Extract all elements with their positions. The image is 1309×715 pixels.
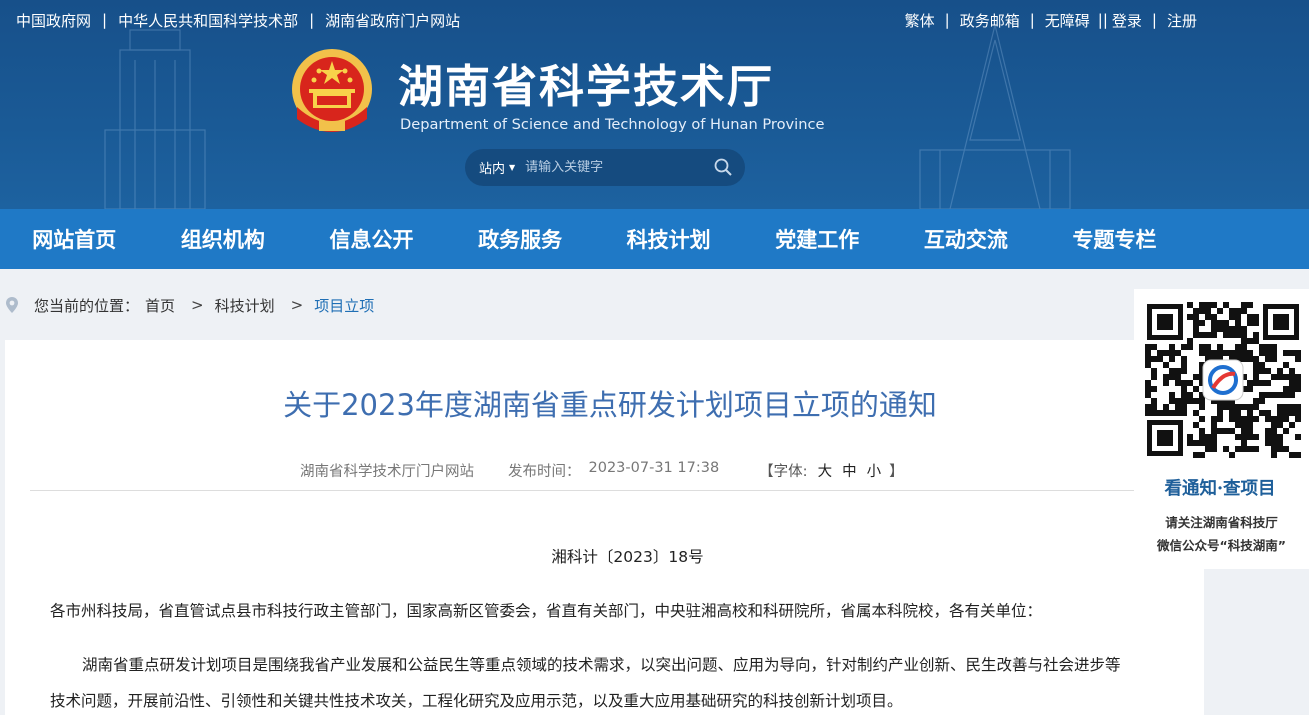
title-divider — [30, 490, 1140, 491]
font-size-close: 】 — [889, 464, 904, 480]
link-register[interactable]: 注册 — [1167, 10, 1197, 31]
nav-sci-tech-plans[interactable]: 科技计划 — [594, 209, 743, 269]
font-size-small-button[interactable]: 小 — [867, 464, 882, 480]
search-box: 站内 ▼ — [465, 149, 745, 186]
font-size-large-button[interactable]: 大 — [818, 464, 833, 480]
qr-instruction-line1: 请关注湖南省科技厅 — [1165, 515, 1278, 530]
top-links: 中国政府网 | 中华人民共和国科学技术部 | 湖南省政府门户网站 — [16, 10, 460, 30]
article-title: 关于2023年度湖南省重点研发计划项目立项的通知 — [283, 388, 937, 422]
article-source: 湖南省科学技术厅门户网站 — [300, 464, 474, 480]
nav-party-building[interactable]: 党建工作 — [743, 209, 892, 269]
font-size-medium-button[interactable]: 中 — [842, 464, 857, 480]
utility-links: 繁体 | 政务邮箱 | 无障碍 || 登录 | 注册 — [905, 10, 1197, 30]
link-gov-cn[interactable]: 中国政府网 — [16, 10, 91, 31]
nav-interaction[interactable]: 互动交流 — [892, 209, 1041, 269]
chevron-down-icon[interactable]: ▼ — [509, 163, 515, 172]
nav-home[interactable]: 网站首页 — [0, 209, 149, 269]
building-left-decoration — [104, 29, 206, 209]
font-size-label: 【字体: — [759, 464, 808, 480]
document-number: 湘科计〔2023〕18号 — [551, 548, 704, 566]
site-subtitle: Department of Science and Technology of … — [400, 116, 825, 133]
link-traditional[interactable]: 繁体 — [905, 10, 935, 31]
breadcrumb-prefix: 您当前的位置： — [34, 296, 140, 315]
main-nav: 网站首页 组织机构 信息公开 政务服务 科技计划 党建工作 互动交流 专题专栏 — [0, 209, 1309, 269]
font-size-control: 【字体: 大中小】 — [759, 460, 903, 481]
breadcrumb-current[interactable]: 项目立项 — [314, 295, 374, 316]
breadcrumb-separator: > — [290, 296, 304, 314]
divider: | — [944, 11, 950, 29]
site-title: 湖南省科学技术厅 — [398, 60, 775, 113]
link-login[interactable]: 登录 — [1112, 10, 1142, 31]
divider: | — [102, 11, 108, 29]
nav-government-services[interactable]: 政务服务 — [446, 209, 595, 269]
search-input[interactable] — [525, 160, 701, 175]
national-emblem-icon — [292, 49, 372, 132]
article-paragraph: 技术问题，开展前沿性、引领性和关键共性技术攻关，工程化研究及应用示范，以及重大应… — [50, 692, 903, 710]
nav-special-topics[interactable]: 专题专栏 — [1040, 209, 1189, 269]
article-paragraph: 湖南省重点研发计划项目是围绕我省产业发展和公益民生等重点领域的技术需求，以突出问… — [82, 656, 1121, 674]
divider: || — [1097, 11, 1108, 29]
nav-information-disclosure[interactable]: 信息公开 — [297, 209, 446, 269]
link-hunan-gov[interactable]: 湖南省政府门户网站 — [325, 10, 460, 31]
link-accessibility[interactable]: 无障碍 — [1045, 10, 1090, 31]
qr-instruction-line2: 微信公众号“科技湖南” — [1157, 538, 1286, 553]
search-scope-select[interactable]: 站内 — [479, 158, 505, 177]
search-icon[interactable] — [713, 157, 733, 177]
qr-code-icon[interactable] — [1145, 302, 1301, 458]
divider: | — [309, 11, 315, 29]
wechat-qr-panel: 看通知·查项目 请关注湖南省科技厅 微信公众号“科技湖南” — [1134, 289, 1309, 569]
breadcrumb: 您当前的位置： 首页 > 科技计划 > 项目立项 — [0, 283, 374, 327]
breadcrumb-home[interactable]: 首页 — [145, 295, 175, 316]
divider: | — [1029, 11, 1035, 29]
breadcrumb-separator: > — [191, 296, 204, 314]
qr-caption: 看通知·查项目 — [1164, 479, 1276, 499]
nav-organization[interactable]: 组织机构 — [149, 209, 298, 269]
article-paragraph: 各市州科技局，省直管试点县市科技行政主管部门，国家高新区管委会，省直有关部门，中… — [50, 602, 1043, 620]
location-pin-icon — [6, 297, 18, 313]
building-right-decoration — [919, 24, 1071, 209]
article-meta: 湖南省科学技术厅门户网站 发布时间： 2023-07-31 17:38 【字体:… — [300, 460, 904, 481]
link-gov-mail[interactable]: 政务邮箱 — [960, 10, 1020, 31]
publish-date-label: 发布时间： — [508, 464, 581, 480]
divider: | — [1151, 11, 1157, 29]
publish-date: 2023-07-31 17:38 — [588, 460, 720, 476]
article-panel: 关于2023年度湖南省重点研发计划项目立项的通知 湖南省科学技术厅门户网站 发布… — [5, 340, 1204, 715]
link-most[interactable]: 中华人民共和国科学技术部 — [118, 10, 298, 31]
site-header: 中国政府网 | 中华人民共和国科学技术部 | 湖南省政府门户网站 繁体 | 政务… — [0, 0, 1309, 209]
breadcrumb-sci-tech-plans[interactable]: 科技计划 — [215, 295, 275, 316]
